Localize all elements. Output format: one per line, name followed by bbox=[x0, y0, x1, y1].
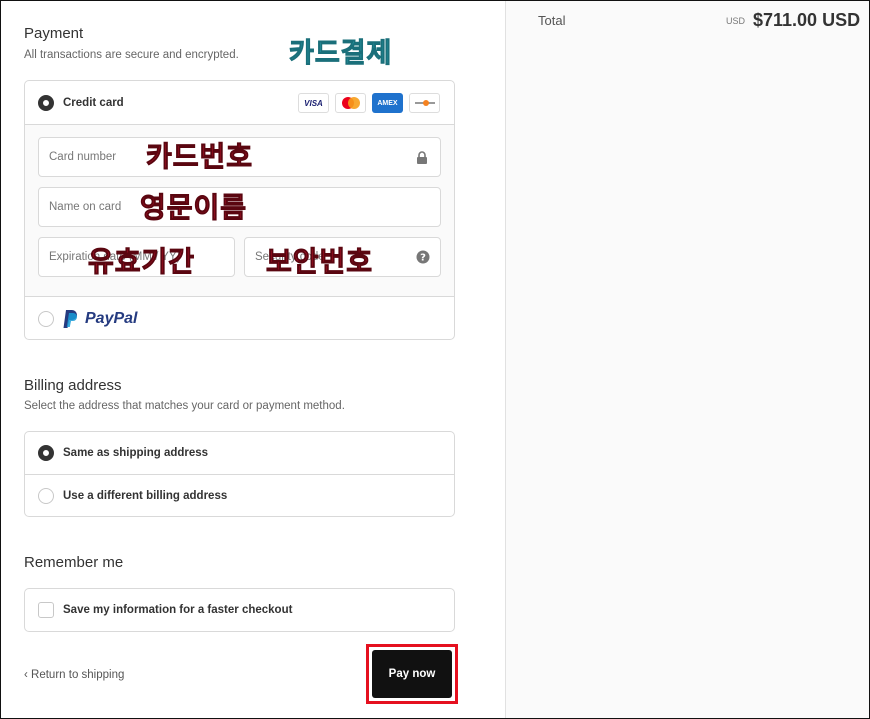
screenshot-border bbox=[0, 0, 870, 719]
